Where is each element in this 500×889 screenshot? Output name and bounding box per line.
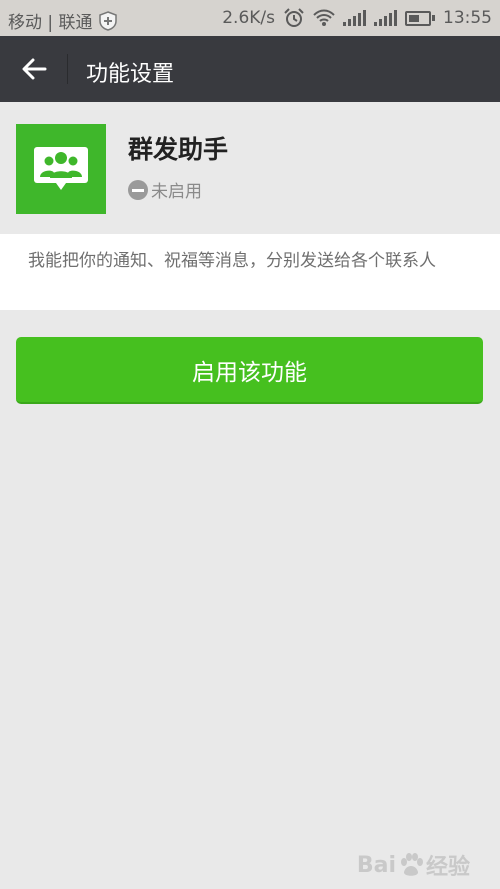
plugin-description: 我能把你的通知、祝福等消息，分别发送给各个联系人: [28, 251, 436, 271]
plugin-status-label: 未启用: [151, 182, 202, 202]
page-title: 功能设置: [86, 62, 175, 87]
status-right: 2.6K/s 13:55: [222, 8, 492, 28]
plugin-header: 群发助手 未启用: [0, 102, 500, 234]
signal-icon: [374, 10, 397, 26]
back-button[interactable]: [14, 50, 54, 88]
disabled-icon: [128, 179, 148, 200]
group-chat-icon: [16, 124, 106, 214]
alarm-icon: [283, 8, 305, 28]
clock: 13:55: [443, 8, 492, 28]
carrier-label: 移动 | 联通: [8, 13, 93, 33]
battery-icon: [405, 10, 435, 26]
watermark-text-left: Bai: [356, 852, 396, 878]
wifi-icon: [313, 9, 335, 27]
shield-icon: [98, 10, 117, 31]
signal-icon: [343, 10, 366, 26]
plugin-status: 未启用: [128, 177, 202, 202]
plugin-name: 群发助手: [128, 135, 229, 164]
top-bar: 功能设置: [0, 36, 500, 102]
paw-icon: [400, 853, 423, 876]
status-left: 移动 | 联通: [8, 8, 117, 33]
description-card: 我能把你的通知、祝福等消息，分别发送给各个联系人: [0, 234, 500, 310]
arrow-left-icon: [22, 58, 47, 80]
net-speed: 2.6K/s: [222, 8, 275, 28]
watermark-text-right: 经验: [425, 855, 470, 880]
enable-feature-button[interactable]: 启用该功能: [16, 337, 483, 404]
status-bar: 移动 | 联通 2.6K/s 13:55: [0, 0, 500, 36]
baidu-watermark: Bai 经验: [357, 849, 470, 881]
header-divider: [67, 54, 68, 84]
